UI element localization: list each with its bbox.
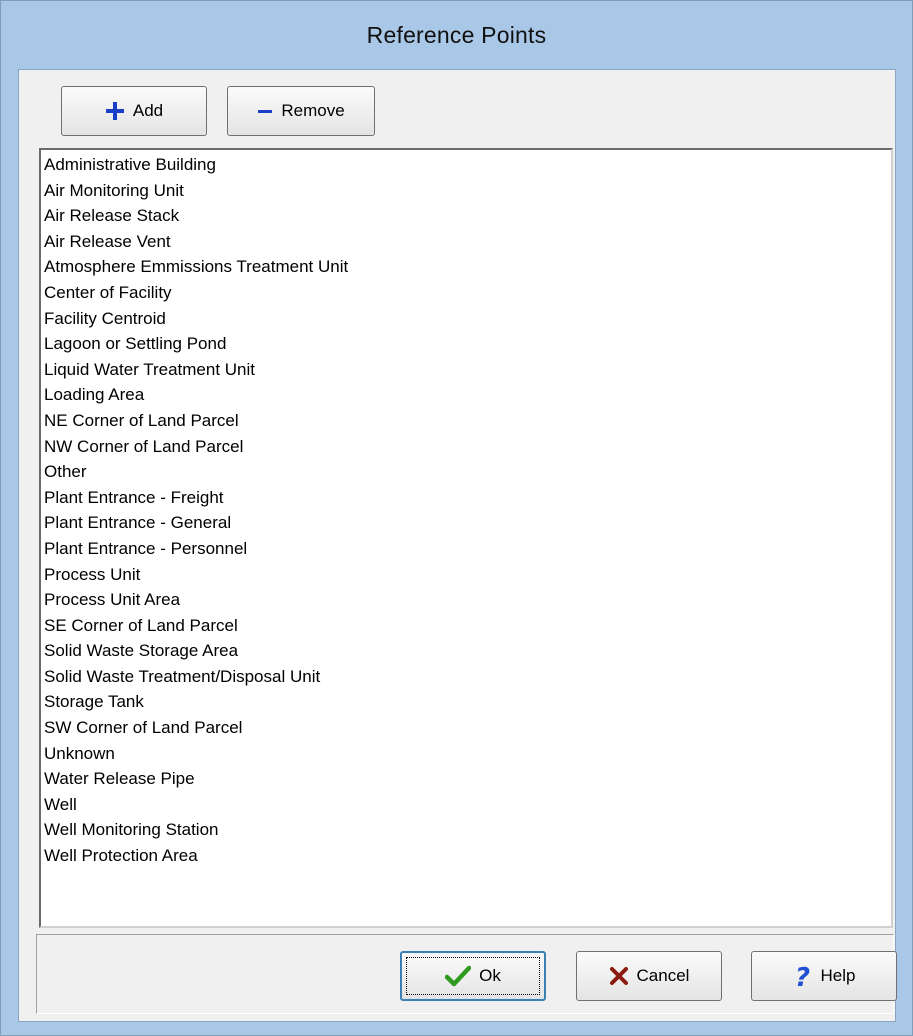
list-item[interactable]: Unknown: [44, 741, 891, 767]
list-item[interactable]: Plant Entrance - General: [44, 510, 891, 536]
ok-button-label: Ok: [479, 966, 501, 985]
list-item[interactable]: SW Corner of Land Parcel: [44, 715, 891, 741]
reference-points-list[interactable]: Administrative Building Air Monitoring Un…: [39, 148, 893, 928]
list-item[interactable]: Solid Waste Storage Area: [44, 638, 891, 664]
list-item[interactable]: Well Monitoring Station: [44, 817, 891, 843]
focus-rectangle: [406, 957, 540, 995]
list-item[interactable]: Air Release Vent: [44, 229, 891, 255]
remove-button-label: Remove: [281, 101, 345, 120]
list-items: Administrative Building Air Monitoring Un…: [41, 150, 891, 869]
cancel-button-label: Cancel: [636, 966, 690, 985]
list-item[interactable]: NW Corner of Land Parcel: [44, 434, 891, 460]
list-item[interactable]: SE Corner of Land Parcel: [44, 613, 891, 639]
list-item[interactable]: Air Monitoring Unit: [44, 178, 891, 204]
list-item[interactable]: Loading Area: [44, 382, 891, 408]
button-panel: Ok Cancel ? Help: [36, 934, 897, 1014]
list-item[interactable]: Storage Tank: [44, 689, 891, 715]
dialog-body: Add Remove Administrative Building Air Mo…: [18, 69, 897, 1022]
list-item[interactable]: Process Unit: [44, 562, 891, 588]
list-item[interactable]: Liquid Water Treatment Unit: [44, 357, 891, 383]
list-item[interactable]: Administrative Building: [44, 152, 891, 178]
list-item[interactable]: Solid Waste Treatment/Disposal Unit: [44, 664, 891, 690]
list-item[interactable]: Air Release Stack: [44, 203, 891, 229]
list-item[interactable]: Lagoon or Settling Pond: [44, 331, 891, 357]
list-item[interactable]: NE Corner of Land Parcel: [44, 408, 891, 434]
reference-points-dialog: Reference Points Add Remove Administrati…: [0, 0, 913, 1036]
question-mark-icon: ?: [793, 963, 813, 989]
list-item[interactable]: Other: [44, 459, 891, 485]
list-item[interactable]: Well Protection Area: [44, 843, 891, 869]
list-item[interactable]: Center of Facility: [44, 280, 891, 306]
list-item[interactable]: Well: [44, 792, 891, 818]
help-button-label: Help: [820, 966, 856, 985]
add-button-label: Add: [132, 101, 164, 120]
list-item[interactable]: Plant Entrance - Freight: [44, 485, 891, 511]
title-bar[interactable]: Reference Points: [1, 1, 912, 69]
cancel-button[interactable]: Cancel: [576, 951, 722, 1001]
plus-icon: [105, 101, 125, 121]
list-item[interactable]: Facility Centroid: [44, 306, 891, 332]
list-item[interactable]: Plant Entrance - Personnel: [44, 536, 891, 562]
add-button[interactable]: Add: [61, 86, 207, 136]
list-item[interactable]: Atmosphere Emmissions Treatment Unit: [44, 254, 891, 280]
x-icon: [609, 966, 629, 986]
ok-button[interactable]: Ok: [400, 951, 546, 1001]
list-item[interactable]: Process Unit Area: [44, 587, 891, 613]
remove-button[interactable]: Remove: [227, 86, 375, 136]
help-button[interactable]: ? Help: [751, 951, 897, 1001]
dialog-title: Reference Points: [366, 21, 547, 48]
list-item[interactable]: Water Release Pipe: [44, 766, 891, 792]
minus-icon: [257, 101, 273, 121]
svg-text:?: ?: [795, 963, 810, 989]
